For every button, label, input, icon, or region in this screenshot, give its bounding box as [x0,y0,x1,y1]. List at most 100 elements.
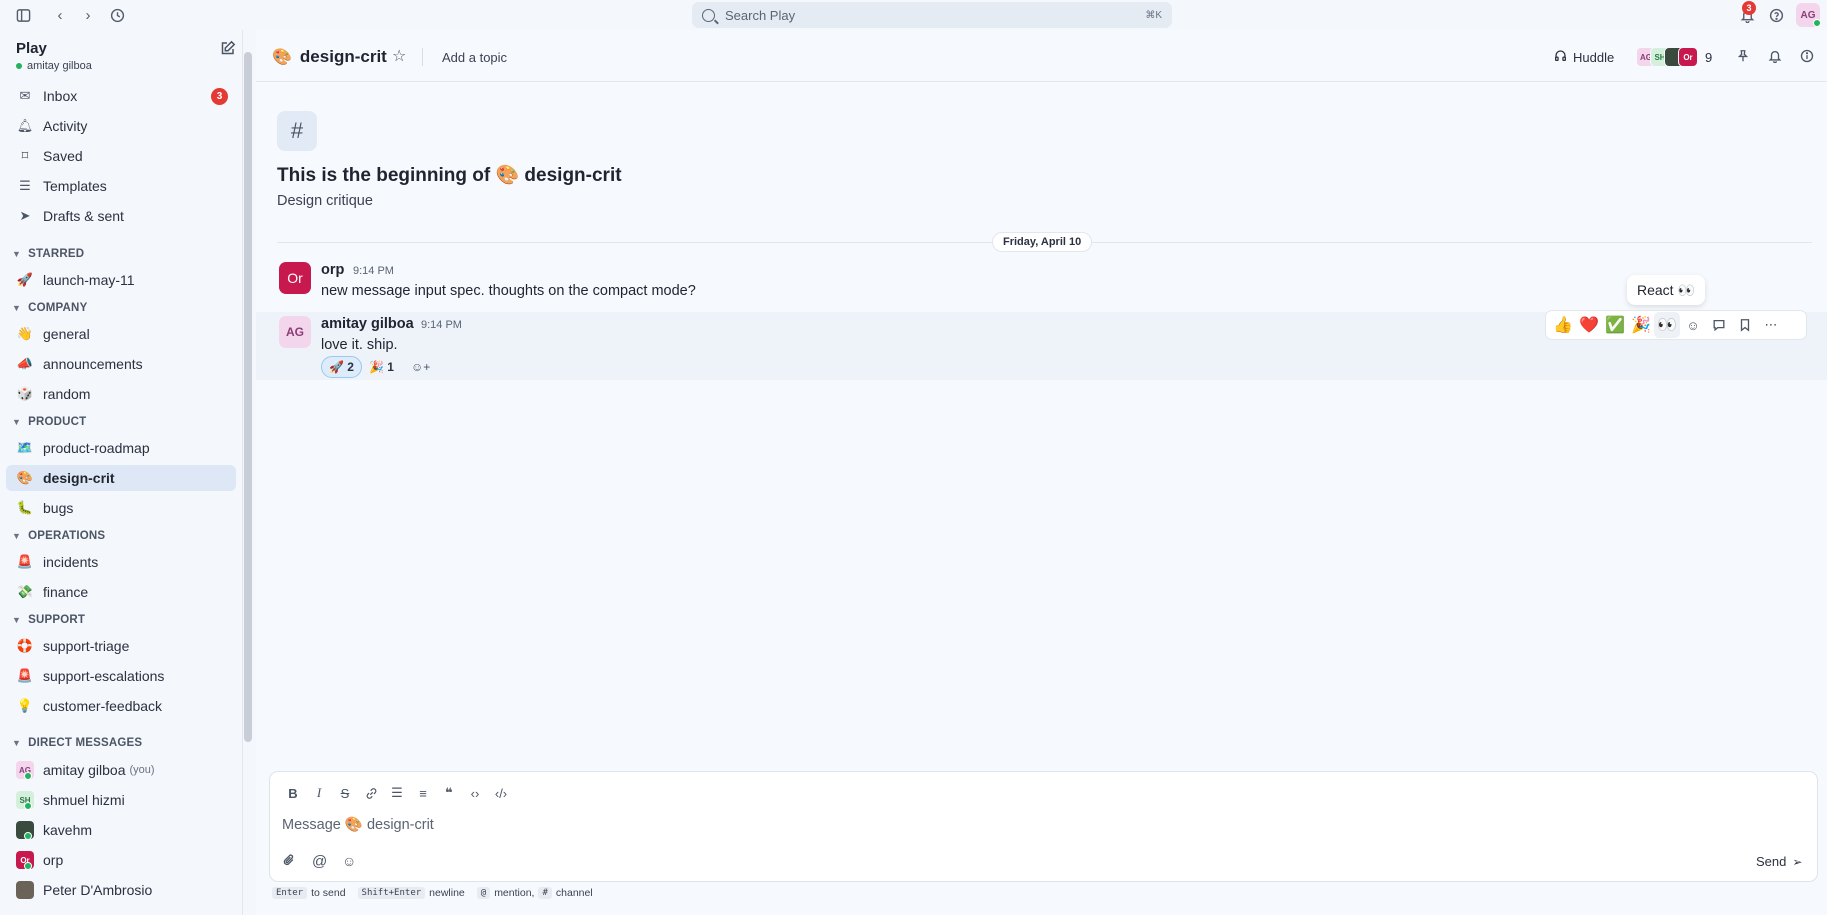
sidebar-scrollbar[interactable] [244,52,252,742]
hint-text: mention, [494,887,535,899]
bold-icon[interactable]: B [280,782,306,804]
reaction-emoji: 🚀 [329,360,344,374]
dm-peter-dambrosio[interactable]: Peter D'Ambrosio [6,877,236,903]
quick-reaction-thumbsup[interactable]: 👍 [1550,312,1576,338]
sidebar-item-inbox[interactable]: ✉ Inbox 3 [6,83,236,109]
message[interactable]: Or orp 9:14 PM new message input spec. t… [256,258,1827,312]
reaction-party[interactable]: 🎉 1 [362,356,401,378]
quote-icon[interactable]: ❝ [436,782,462,804]
channel-support-triage[interactable]: 🛟 support-triage [6,633,236,659]
headphones-icon [1554,49,1567,65]
bullet-list-icon[interactable]: ☰ [384,782,410,804]
dm-shmuel-hizmi[interactable]: SH shmuel hizmi [6,787,236,813]
huddle-label: Huddle [1573,49,1615,65]
inbox-count-badge: 3 [211,87,228,105]
channel-label: finance [43,584,89,600]
channel-announcements[interactable]: 📣 announcements [6,351,236,377]
mention-icon[interactable]: @ [312,853,342,870]
message-hover-toolbar: 👍 ❤️ ✅ 🎉 👀 ☺ ⋯ [1545,310,1807,340]
channel-design-crit[interactable]: 🎨 design-crit [6,465,236,491]
channel-label: support-escalations [43,668,165,684]
quick-reaction-check[interactable]: ✅ [1602,312,1628,338]
sidebar-item-label: Activity [43,118,88,134]
attach-icon[interactable] [282,853,312,870]
info-icon[interactable] [1800,49,1814,66]
sidebar-item-drafts[interactable]: ➤ Drafts & sent [6,203,236,229]
quick-reaction-eyes[interactable]: 👀 [1654,312,1680,338]
pin-icon[interactable] [1736,49,1750,66]
member-list-button[interactable]: AG SH Or 9 [1636,47,1712,67]
bookmark-icon[interactable] [1732,312,1758,338]
section-support[interactable]: ▼ SUPPORT [12,614,85,626]
channel-incidents[interactable]: 🚨 incidents [6,549,236,575]
strikethrough-icon[interactable]: S [332,782,358,804]
message-timestamp[interactable]: 9:14 PM [353,265,394,277]
hint-mention: @ mention, # channel [476,887,593,899]
help-icon[interactable] [1766,5,1786,25]
dm-orp[interactable]: Or orp [6,847,236,873]
italic-icon[interactable]: I [306,782,332,804]
back-icon[interactable]: ‹ [50,5,70,25]
reply-thread-icon[interactable] [1706,312,1732,338]
add-topic-button[interactable]: Add a topic [442,50,507,65]
section-company[interactable]: ▼ COMPANY [12,302,87,314]
channel-customer-feedback[interactable]: 💡 customer-feedback [6,693,236,719]
channel-finance[interactable]: 💸 finance [6,579,236,605]
channel-random[interactable]: 🎲 random [6,381,236,407]
online-indicator [24,862,32,870]
section-product[interactable]: ▼ PRODUCT [12,416,86,428]
hint-key: Shift+Enter [357,887,426,899]
channel-emoji: 👋 [16,326,34,341]
more-actions-icon[interactable]: ⋯ [1758,312,1784,338]
hint-key: # [538,887,552,899]
channel-emoji: 💡 [16,698,34,713]
sidebar-toggle-icon[interactable] [13,5,33,25]
dm-kavehm[interactable]: kavehm [6,817,236,843]
section-direct-messages[interactable]: ▼ DIRECT MESSAGES [12,737,142,749]
huddle-button[interactable]: Huddle [1554,49,1614,65]
sidebar-item-templates[interactable]: ☰ Templates [6,173,236,199]
channel-general[interactable]: 👋 general [6,321,236,347]
channel-support-escalations[interactable]: 🚨 support-escalations [6,663,236,689]
message-input[interactable]: Message 🎨 design-crit [282,816,434,833]
reaction-rocket[interactable]: 🚀 2 [321,356,362,378]
channel-product-roadmap[interactable]: 🗺️ product-roadmap [6,435,236,461]
channel-header: 🎨 design-crit ☆ Add a topic Huddle AG SH … [256,30,1827,82]
channel-title[interactable]: 🎨 design-crit [272,47,387,67]
message-timestamp[interactable]: 9:14 PM [421,319,462,331]
sidebar-item-activity[interactable]: 🔔︎ Activity [6,113,236,139]
emoji-icon[interactable]: ☺ [342,853,372,870]
channel-launch-may-11[interactable]: 🚀 launch-may-11 [6,267,236,293]
link-icon[interactable] [358,782,384,804]
quick-reaction-heart[interactable]: ❤️ [1576,312,1602,338]
message-author[interactable]: orp [321,262,344,278]
forward-icon[interactable]: › [78,5,98,25]
code-icon[interactable]: ‹› [462,782,488,804]
hint-text: to send [311,887,346,899]
history-icon[interactable] [107,5,127,25]
emoji-picker-icon[interactable]: ☺ [1680,312,1706,338]
sidebar-item-saved[interactable]: ⌑ Saved [6,143,236,169]
add-reaction-icon[interactable]: ☺+ [411,360,430,374]
hint-key: Enter [272,887,308,899]
channel-bugs[interactable]: 🐛 bugs [6,495,236,521]
compose-icon[interactable] [220,40,240,60]
avatar[interactable]: AG [279,316,311,348]
header-divider [422,48,423,66]
code-block-icon[interactable]: ‹/› [488,782,514,804]
dm-amitay-gilboa[interactable]: AG amitay gilboa (you) [6,757,236,783]
search-input[interactable]: Search Play ⌘K [692,2,1172,28]
send-button[interactable]: Send ➢ [1756,854,1802,869]
message-composer[interactable]: B I S ☰ ≡ ❝ ‹› ‹/› Message 🎨 design-crit… [269,771,1818,882]
section-starred[interactable]: ▼ STARRED [12,248,84,260]
avatar[interactable]: Or [279,262,311,294]
reaction-count: 2 [347,360,354,374]
bell-icon[interactable] [1768,49,1782,66]
message-author[interactable]: amitay gilboa [321,316,414,332]
section-operations[interactable]: ▼ OPERATIONS [12,530,105,542]
date-divider[interactable]: Friday, April 10 [992,232,1093,252]
numbered-list-icon[interactable]: ≡ [410,782,436,804]
star-icon[interactable]: ☆ [392,46,406,66]
workspace-name[interactable]: Play [16,40,47,57]
quick-reaction-party[interactable]: 🎉 [1628,312,1654,338]
